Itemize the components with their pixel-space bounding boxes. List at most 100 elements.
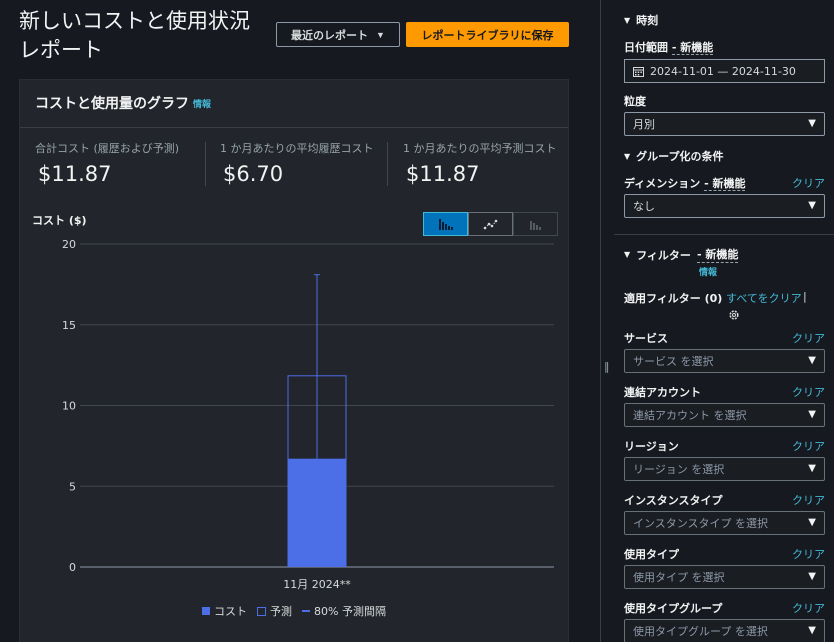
card-info-link[interactable]: 情報 (193, 97, 211, 110)
filter-placeholder: 使用タイプ を選択 (633, 571, 725, 584)
filter-clear-link[interactable]: クリア (792, 600, 825, 616)
recent-reports-label: 最近のレポート (291, 29, 369, 42)
filter-label: 使用タイプ (624, 548, 679, 561)
caret-down-icon: ▼ (624, 151, 631, 161)
legend-item-interval[interactable]: 80% 予測間隔 (302, 603, 386, 619)
filter-placeholder: 連結アカウント を選択 (633, 409, 747, 422)
cost-chart: 0 5 10 15 20 11月 2024** (62, 238, 554, 591)
interval-swatch (302, 610, 310, 612)
caret-down-icon: ▼ (808, 625, 816, 636)
chart-legend: コスト 予測 80% 予測間隔 (202, 603, 386, 619)
time-section-toggle[interactable]: ▼ 時刻 (624, 12, 658, 28)
caret-down-icon: ▼ (376, 29, 385, 40)
filter-label: 連結アカウント (624, 386, 701, 399)
filter-select[interactable]: リージョン を選択 ▼ (624, 457, 825, 481)
group-section-toggle[interactable]: ▼ グループ化の条件 (624, 148, 724, 164)
dimension-select[interactable]: なし ▼ (624, 194, 825, 218)
granularity-label: 粒度 (624, 95, 646, 108)
filter-placeholder: リージョン を選択 (633, 463, 725, 476)
calendar-icon (633, 66, 644, 77)
new-feature-label: - 新機能 (696, 248, 739, 263)
save-to-library-button[interactable]: レポートライブラリに保存 (406, 22, 569, 47)
card-header: コストと使用量のグラフ 情報 (20, 80, 568, 128)
metric-label: 1 か月あたりの平均履歴コスト (220, 142, 374, 155)
gear-icon[interactable] (728, 309, 740, 321)
main-content: 新しいコストと使用状況レポート 最近のレポート ▼ レポートライブラリに保存 コ… (0, 0, 588, 642)
panel-splitter[interactable] (600, 0, 601, 642)
legend-label: 80% 予測間隔 (314, 605, 386, 618)
filter-clear-link[interactable]: クリア (792, 330, 825, 346)
y-tick-label: 10 (62, 400, 76, 413)
line-chart-icon (483, 219, 497, 230)
legend-label: コスト (214, 605, 247, 618)
caret-down-icon: ▼ (808, 355, 816, 366)
section-title: フィルター (636, 248, 691, 262)
separator-bar: | (803, 290, 807, 303)
caret-down-icon: ▼ (624, 250, 631, 259)
filter-label: インスタンスタイプ (624, 494, 723, 507)
filter-clear-link[interactable]: クリア (792, 492, 825, 508)
y-tick-label: 15 (62, 319, 76, 332)
dimension-clear-link[interactable]: クリア (792, 175, 825, 191)
report-parameters-panel: ▼ 時刻 日付範囲 - 新機能 2024-11-01 — 2024-11-30 … (614, 0, 834, 642)
filter-clear-link[interactable]: クリア (792, 438, 825, 454)
filter-label: リージョン (624, 440, 679, 453)
applied-filters-label: 適用フィルター (0) (624, 292, 723, 305)
new-feature-text: 新機能 (712, 177, 746, 190)
recent-reports-button[interactable]: 最近のレポート ▼ (276, 22, 400, 47)
bar-chart-icon (438, 219, 453, 230)
date-range-input[interactable]: 2024-11-01 — 2024-11-30 (624, 59, 825, 83)
filter-select[interactable]: インスタンスタイプ を選択 ▼ (624, 511, 825, 535)
forecast-swatch (257, 606, 266, 616)
clear-all-link[interactable]: すべてをクリア (726, 290, 802, 306)
x-tick-label: 11月 2024** (283, 578, 351, 591)
dimension-label: ディメンション - 新機能 (624, 175, 746, 191)
stacked-bar-icon (529, 221, 541, 230)
metric-value: $11.87 (406, 162, 480, 186)
filter-placeholder: 使用タイプグループ を選択 (633, 625, 768, 638)
new-feature-text: 新機能 (680, 41, 714, 54)
filter-label: 使用タイプグループ (624, 602, 723, 615)
dimension-value: なし (633, 200, 655, 213)
filter-select[interactable]: 連結アカウント を選択 ▼ (624, 403, 825, 427)
y-tick-label: 0 (69, 561, 76, 574)
caret-down-icon: ▼ (808, 517, 816, 528)
legend-item-cost[interactable]: コスト (202, 603, 247, 619)
filter-placeholder: サービス を選択 (633, 355, 714, 368)
metric-divider (387, 142, 388, 186)
splitter-handle-icon[interactable]: ‖ (604, 360, 610, 373)
filter-clear-link[interactable]: クリア (792, 546, 825, 562)
filter-info-link[interactable]: 情報 (699, 265, 717, 278)
filter-select[interactable]: サービス を選択 ▼ (624, 349, 825, 373)
cost-bar (287, 458, 347, 567)
metric-total-cost: 合計コスト (履歴および予測) $11.87 (35, 140, 179, 186)
cost-swatch (202, 607, 210, 615)
granularity-select[interactable]: 月別 ▼ (624, 112, 825, 136)
page-title: 新しいコストと使用状況レポート (19, 9, 250, 62)
cost-usage-chart-card: コストと使用量のグラフ 情報 合計コスト (履歴および予測) $11.87 1 … (19, 79, 569, 642)
date-range-text: 日付範囲 (624, 41, 668, 54)
filter-placeholder: インスタンスタイプ を選択 (633, 517, 769, 530)
card-title: コストと使用量のグラフ (35, 96, 189, 112)
filter-select[interactable]: 使用タイプ を選択 ▼ (624, 565, 825, 589)
filter-select[interactable]: 使用タイプグループ を選択 ▼ (624, 619, 825, 642)
chart-y-axis-title: コスト ($) (32, 214, 87, 227)
legend-item-forecast[interactable]: 予測 (257, 603, 292, 619)
metric-value: $6.70 (223, 162, 284, 186)
filter-clear-link[interactable]: クリア (792, 384, 825, 400)
caret-down-icon: ▼ (624, 15, 631, 25)
y-tick-label: 5 (69, 480, 76, 493)
caret-down-icon: ▼ (808, 409, 816, 420)
metric-divider (205, 142, 206, 186)
legend-label: 予測 (270, 605, 292, 618)
filter-label: サービス (624, 332, 668, 345)
new-feature-label: - 新機能 (671, 41, 714, 55)
new-feature-text: 新機能 (705, 248, 739, 261)
caret-down-icon: ▼ (808, 571, 816, 582)
metric-value: $11.87 (38, 162, 112, 186)
dimension-text: ディメンション (624, 177, 701, 190)
caret-down-icon: ▼ (808, 463, 816, 474)
date-range-label: 日付範囲 - 新機能 (624, 39, 714, 55)
section-divider (614, 234, 834, 235)
filter-section-toggle[interactable]: ▼ フィルター - 新機能 (624, 246, 739, 263)
